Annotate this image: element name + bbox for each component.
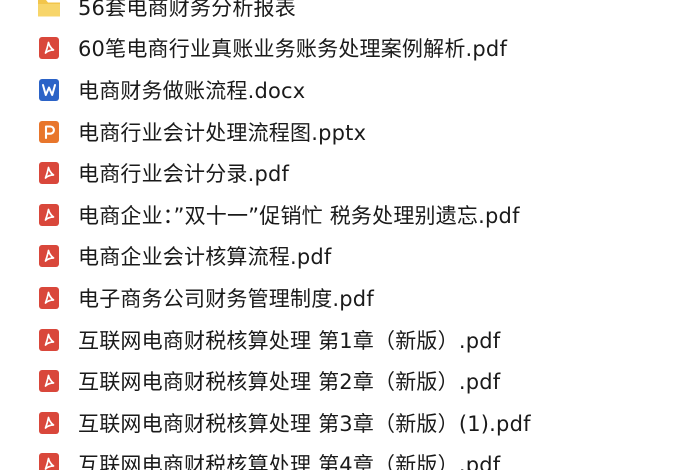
file-name: 电商企业会计核算流程.pdf (78, 245, 332, 270)
file-name: 56套电商财务分析报表 (78, 0, 296, 20)
pdf-icon (37, 161, 61, 185)
pdf-icon (37, 452, 61, 470)
file-item[interactable]: 电商行业会计分录.pdf (0, 152, 700, 194)
file-name: 电子商务公司财务管理制度.pdf (78, 286, 374, 311)
word-icon (37, 78, 61, 102)
file-item[interactable]: 电子商务公司财务管理制度.pdf (0, 277, 700, 319)
pdf-icon (37, 411, 61, 435)
pdf-icon (37, 203, 61, 227)
file-item[interactable]: 电商企业：”双十一”促销忙 税务处理别遗忘.pdf (0, 194, 700, 236)
file-name: 互联网电商财税核算处理 第1章（新版）.pdf (78, 328, 501, 353)
file-rows: 56套电商财务分析报表 60笔电商行业真账业务账务处理案例解析.pdf 电商财务做账… (0, 0, 700, 470)
folder-icon (37, 0, 61, 19)
file-name: 60笔电商行业真账业务账务处理案例解析.pdf (78, 37, 508, 62)
file-item[interactable]: 互联网电商财税核算处理 第4章（新版）.pdf (0, 444, 700, 470)
file-name: 电商财务做账流程.docx (78, 78, 306, 103)
file-item[interactable]: 电商财务做账流程.docx (0, 69, 700, 111)
file-name: 互联网电商财税核算处理 第2章（新版）.pdf (78, 370, 501, 395)
file-name: 互联网电商财税核算处理 第3章（新版）(1).pdf (78, 411, 531, 436)
file-item[interactable]: 互联网电商财税核算处理 第2章（新版）.pdf (0, 360, 700, 402)
file-item[interactable]: 电商行业会计处理流程图.pptx (0, 111, 700, 153)
pdf-icon (37, 36, 61, 60)
file-name: 电商行业会计分录.pdf (78, 162, 290, 187)
file-item[interactable]: 互联网电商财税核算处理 第3章（新版）(1).pdf (0, 402, 700, 444)
file-name: 电商行业会计处理流程图.pptx (78, 120, 367, 145)
pdf-icon (37, 286, 61, 310)
file-item[interactable]: 电商企业会计核算流程.pdf (0, 236, 700, 278)
pdf-icon (37, 328, 61, 352)
folder-item[interactable]: 56套电商财务分析报表 (0, 0, 700, 28)
powerpoint-icon (37, 120, 61, 144)
file-name: 互联网电商财税核算处理 第4章（新版）.pdf (78, 453, 501, 470)
file-item[interactable]: 60笔电商行业真账业务账务处理案例解析.pdf (0, 28, 700, 70)
file-list: 56套电商财务分析报表 60笔电商行业真账业务账务处理案例解析.pdf 电商财务做账… (0, 0, 700, 470)
file-item[interactable]: 互联网电商财税核算处理 第1章（新版）.pdf (0, 319, 700, 361)
file-name: 电商企业：”双十一”促销忙 税务处理别遗忘.pdf (78, 203, 520, 228)
pdf-icon (37, 244, 61, 268)
pdf-icon (37, 369, 61, 393)
